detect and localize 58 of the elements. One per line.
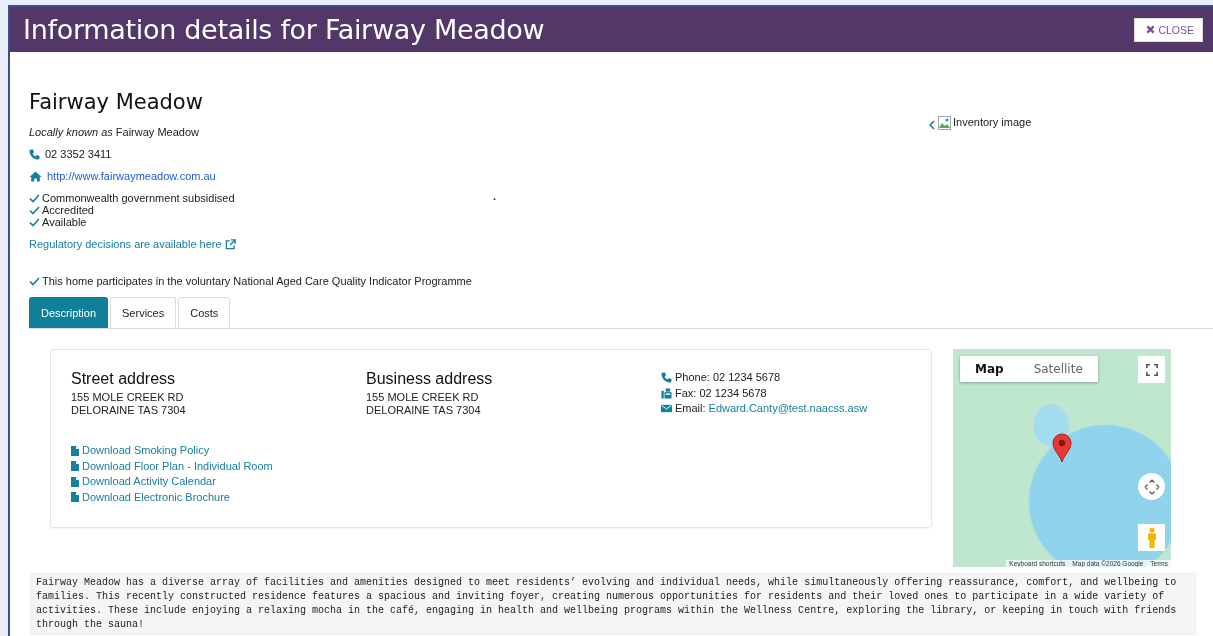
check-icon [29, 276, 40, 286]
email-link[interactable]: Edward.Canty@test.naacss.asw [708, 401, 868, 417]
tab[interactable]: Costs [178, 297, 231, 328]
chevron-left-icon [929, 120, 935, 130]
contact-label: Email: [675, 401, 706, 416]
move-arrows-icon [1143, 478, 1160, 495]
address-heading: Street address [71, 370, 177, 388]
download-link[interactable]: Download Activity Calendar [71, 474, 216, 490]
fullscreen-icon [1145, 363, 1158, 376]
envelope-icon [661, 404, 672, 414]
pan-button[interactable] [1138, 473, 1165, 500]
contact-value: 02 1234 5678 [712, 370, 781, 385]
map-pin-icon [1052, 433, 1072, 463]
locally-known-text: Locally known as Fairway Meadow [29, 126, 200, 138]
external-link-icon [224, 238, 236, 250]
feature-text: Commonwealth government subsidised [42, 192, 235, 204]
check-icon [29, 193, 40, 203]
map-type-tab[interactable]: Satellite [1018, 356, 1098, 382]
contact-value: 02 1234 5678 [699, 385, 767, 401]
address-heading: Business address [366, 370, 494, 388]
address-line: DELORAINE TAS 7304 [366, 404, 482, 417]
check-icon [29, 205, 40, 215]
broken-image-icon [938, 116, 951, 130]
download-link[interactable]: Download Electronic Brochure [71, 489, 230, 505]
address-line: 155 MOLE CREEK RD [71, 391, 185, 404]
map-type-tab[interactable]: Map [960, 356, 1019, 382]
fullscreen-button[interactable] [1138, 356, 1165, 383]
website-link[interactable]: http://www.fairwaymeadow.com.au [47, 170, 216, 182]
dot-mark: . [493, 192, 497, 204]
phone-icon [29, 148, 40, 160]
fax-icon [661, 387, 672, 399]
feature-text: Available [42, 216, 87, 228]
tab[interactable]: Services [110, 297, 177, 328]
contact-label: Phone: [675, 370, 710, 385]
person-icon [1145, 526, 1158, 549]
home-icon [29, 170, 42, 182]
description-text: Fairway Meadow has a diverse array of facilities and amenities designed to meet residents’ evolving and individual needs, while simultaneously offering reassurance, comfort, and wellbeing to families. This recently constructed residence features a spacious and inviting foyer, creating numerous opportunities for residents and their loved ones to participate in a wide variety of activities. These include enjoying a relaxing mocha in the café, engaging in health and wellbeing programs within the Wellness Centre, exploring the library, or keeping in touch with friends through the sauna! [30, 573, 1196, 635]
phone-number: 02 3352 3411 [45, 148, 112, 160]
close-icon [1146, 25, 1156, 34]
phone-icon [661, 372, 672, 384]
check-icon [29, 217, 40, 227]
modal-title: Information details for Fairway Meadow [23, 14, 545, 45]
close-button[interactable]: CLOSE [1134, 17, 1203, 42]
facility-name: Fairway Meadow [29, 90, 204, 114]
file-icon [71, 461, 79, 472]
download-link[interactable]: Download Floor Plan - Individual Room [71, 458, 273, 474]
tab[interactable]: Description [29, 297, 109, 328]
regulatory-link[interactable]: Regulatory decisions are available here [29, 238, 929, 250]
contact-label: Fax: [675, 385, 697, 401]
quality-indicator-text: This home participates in the voluntary National Aged Care Quality Indicator Programme [42, 275, 472, 287]
file-icon [71, 492, 79, 503]
image-alt-text: Inventory image [953, 116, 1032, 128]
file-icon [71, 445, 79, 456]
download-link[interactable]: Download Smoking Policy [71, 443, 210, 459]
file-icon [71, 476, 79, 487]
feature-text: Accredited [42, 204, 94, 216]
address-line: 155 MOLE CREEK RD [366, 391, 480, 404]
address-line: DELORAINE TAS 7304 [71, 404, 187, 417]
